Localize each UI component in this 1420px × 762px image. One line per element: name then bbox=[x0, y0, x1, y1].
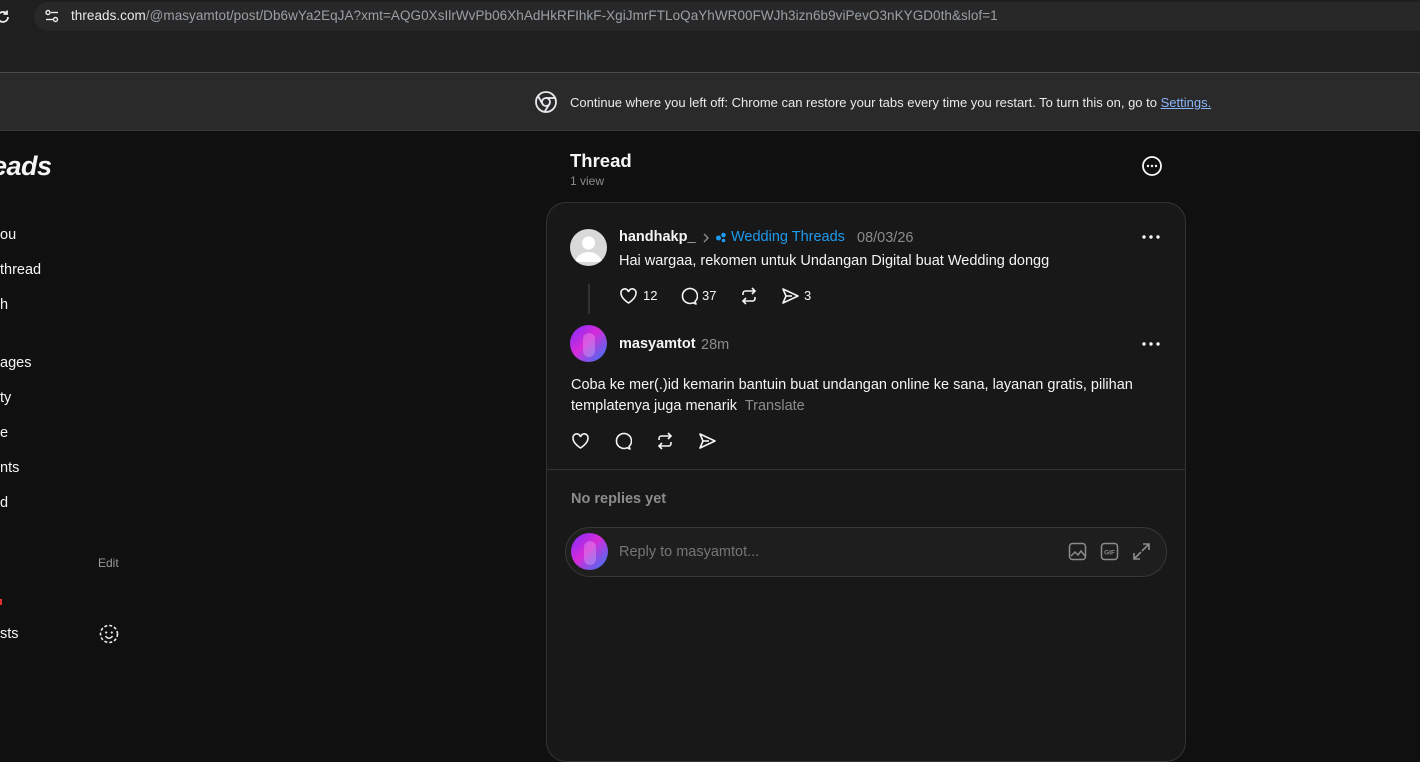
add-feed-icon[interactable] bbox=[98, 623, 120, 645]
avatar[interactable] bbox=[570, 229, 607, 266]
post-more-icon[interactable] bbox=[1141, 338, 1161, 350]
thread-connector-line bbox=[588, 284, 590, 314]
page-title: Thread bbox=[570, 150, 632, 171]
community-icon bbox=[715, 231, 727, 243]
nav-item-activity[interactable]: ty bbox=[0, 390, 11, 406]
nav-item-messages[interactable]: ages bbox=[0, 355, 31, 371]
thread-more-icon[interactable] bbox=[1141, 155, 1163, 177]
nav-edit-button[interactable]: Edit bbox=[98, 556, 119, 570]
nav-item-saved[interactable]: d bbox=[0, 495, 8, 511]
like-icon[interactable] bbox=[571, 432, 590, 450]
avatar bbox=[571, 533, 608, 570]
post-text: Hai wargaa, rekomen untuk Undangan Digit… bbox=[619, 253, 1050, 269]
reply-count: 37 bbox=[702, 288, 717, 303]
reply-input[interactable] bbox=[619, 541, 1039, 563]
reload-icon[interactable] bbox=[0, 8, 12, 26]
divider bbox=[547, 469, 1185, 470]
site-settings-icon[interactable] bbox=[44, 8, 60, 24]
share-icon[interactable] bbox=[781, 287, 800, 305]
translate-link[interactable]: Translate bbox=[745, 398, 805, 414]
image-icon[interactable] bbox=[1068, 542, 1087, 561]
banner-text: Continue where you left off: Chrome can … bbox=[570, 95, 1157, 110]
gif-icon[interactable]: GIF bbox=[1100, 542, 1119, 561]
post-card bbox=[546, 202, 1186, 762]
repost-icon[interactable] bbox=[739, 287, 759, 305]
url-path: /@masyamtot/post/Db6wYa2EqJA?xmt=AQG0XsI… bbox=[145, 8, 998, 23]
share-count: 3 bbox=[804, 288, 812, 303]
banner-message: Continue where you left off: Chrome can … bbox=[570, 95, 1211, 110]
community-link[interactable]: Wedding Threads bbox=[731, 229, 845, 245]
post-more-icon[interactable] bbox=[1141, 231, 1161, 243]
avatar[interactable] bbox=[570, 325, 607, 362]
url-text[interactable]: threads.com/@masyamtot/post/Db6wYa2EqJA?… bbox=[71, 8, 998, 23]
nav-notification-dot bbox=[0, 599, 2, 605]
post-author[interactable]: masyamtot bbox=[619, 336, 696, 352]
url-domain: threads.com bbox=[71, 8, 146, 23]
post-text: Coba ke mer(.)id kemarin bantuin buat un… bbox=[571, 375, 1161, 417]
post-date[interactable]: 08/03/26 bbox=[857, 230, 913, 246]
chevron-right-icon bbox=[701, 232, 711, 244]
repost-icon[interactable] bbox=[655, 432, 675, 450]
reply-icon[interactable] bbox=[613, 432, 632, 450]
chrome-logo-icon bbox=[535, 91, 557, 113]
post-author[interactable]: handhakp_ bbox=[619, 229, 696, 245]
no-replies-text: No replies yet bbox=[571, 491, 667, 507]
expand-icon[interactable] bbox=[1132, 542, 1151, 561]
share-icon[interactable] bbox=[698, 432, 717, 450]
nav-item-insights[interactable]: nts bbox=[0, 460, 19, 476]
settings-link[interactable]: Settings. bbox=[1161, 95, 1212, 110]
post-time[interactable]: 28m bbox=[701, 337, 729, 353]
like-icon[interactable] bbox=[619, 287, 638, 305]
svg-text:GIF: GIF bbox=[1104, 550, 1115, 557]
nav-item-for-you[interactable]: ou bbox=[0, 227, 16, 243]
post-body: Coba ke mer(.)id kemarin bantuin buat un… bbox=[571, 377, 1133, 414]
reply-icon[interactable] bbox=[679, 287, 698, 305]
nav-item-following[interactable]: thread bbox=[0, 262, 41, 278]
nav-item-search[interactable]: h bbox=[0, 297, 8, 313]
threads-logo[interactable]: eads bbox=[0, 151, 52, 182]
like-count: 12 bbox=[643, 288, 658, 303]
nav-item-lists[interactable]: sts bbox=[0, 626, 19, 642]
view-count: 1 view bbox=[570, 174, 605, 188]
nav-item-profile[interactable]: e bbox=[0, 425, 8, 441]
